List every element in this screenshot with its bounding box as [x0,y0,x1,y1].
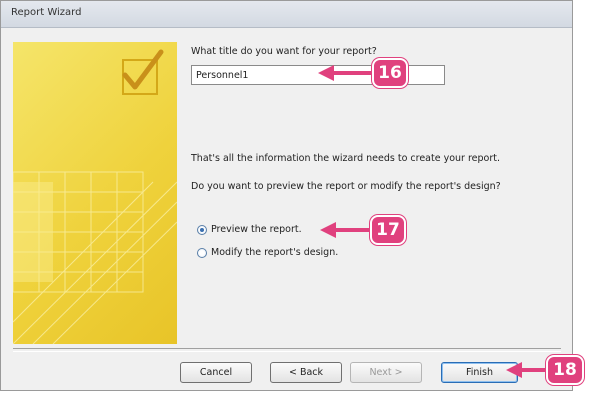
callout-18: 18 [546,355,584,385]
callout-18-arrow [506,362,548,378]
callout-17: 17 [370,215,406,245]
callout-16-arrow [318,65,374,81]
callout-16: 16 [372,58,408,88]
callout-17-arrow [320,222,372,238]
callout-overlay [318,65,548,378]
